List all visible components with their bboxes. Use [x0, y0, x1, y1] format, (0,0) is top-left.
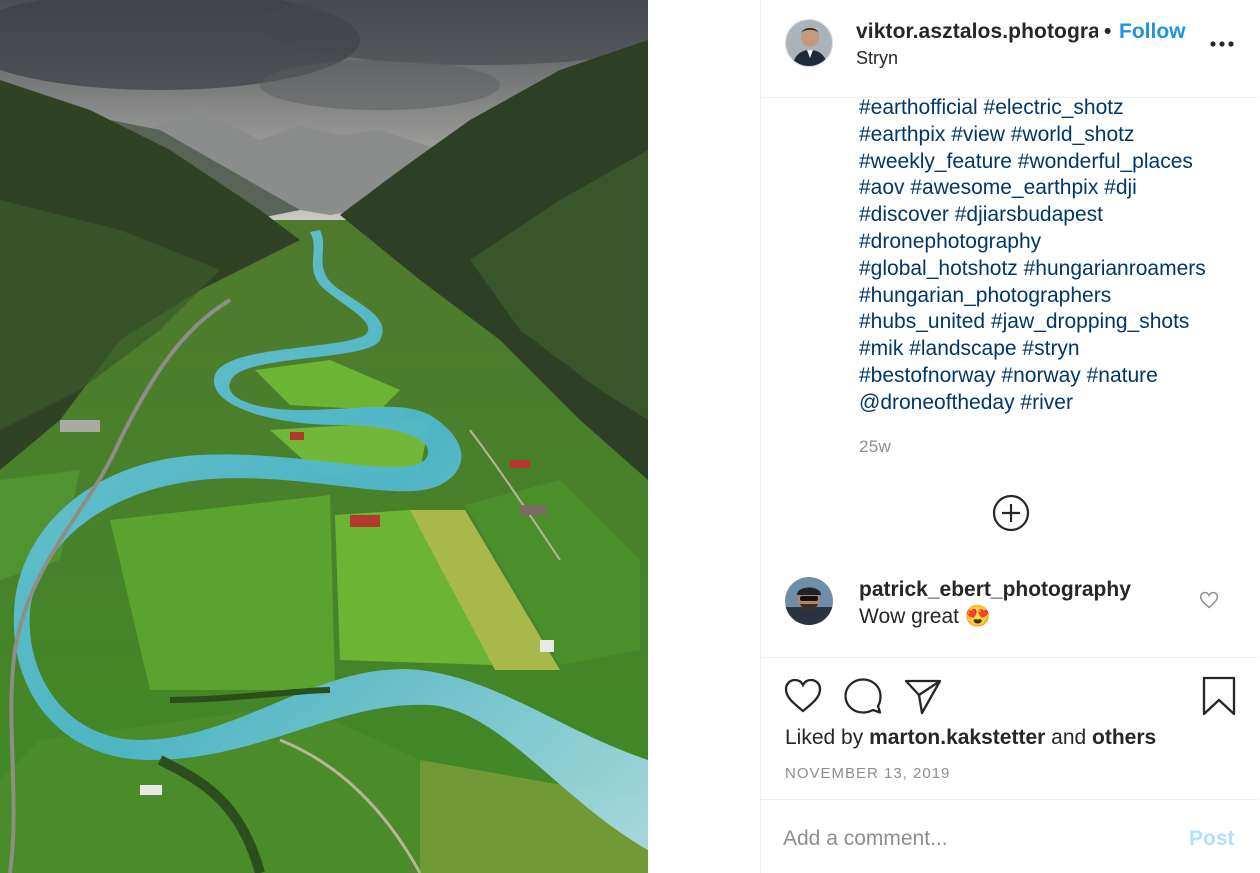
comment-item: patrick_ebert_photography Wow great 😍	[761, 570, 1259, 640]
heart-icon[interactable]	[1199, 590, 1219, 610]
post-header: viktor.asztalos.photogra • Follow Stryn	[761, 0, 1259, 98]
post-comment-button[interactable]: Post	[1189, 827, 1235, 851]
like-glyph	[784, 678, 822, 713]
likes-joiner: and	[1051, 726, 1087, 749]
post-actions: Liked by marton.kakstetter and others NO…	[761, 657, 1259, 799]
comment-glyph	[844, 678, 882, 714]
landscape-image	[0, 0, 648, 873]
owner-username[interactable]: viktor.asztalos.photogra	[856, 20, 1098, 44]
likes-others-link[interactable]: others	[1092, 726, 1156, 749]
bookmark-icon[interactable]	[1199, 676, 1239, 716]
user-avatar-icon[interactable]	[785, 19, 833, 67]
commenter-avatar-icon[interactable]	[785, 577, 833, 625]
add-comment-bar: Post	[761, 799, 1259, 873]
paper-plane-icon[interactable]	[903, 676, 943, 716]
commenter-avatar-image	[785, 577, 833, 625]
avatar-image	[786, 20, 832, 66]
post-photo[interactable]	[0, 0, 648, 873]
post-location[interactable]: Stryn	[856, 48, 898, 69]
comment-username[interactable]: patrick_ebert_photography	[859, 578, 1131, 602]
comment-icon[interactable]	[843, 676, 883, 716]
likes-user-link[interactable]: marton.kakstetter	[869, 726, 1045, 749]
comment-text: Wow great 😍	[859, 605, 991, 628]
share-glyph	[904, 679, 942, 715]
more-options-glyph	[1210, 41, 1234, 47]
follow-button[interactable]: Follow	[1119, 20, 1186, 44]
post-age[interactable]: 25w	[859, 437, 891, 457]
load-more-comments-glyph	[992, 494, 1030, 532]
save-glyph	[1202, 676, 1236, 716]
post-caption: #earthofficial #electric_shotz #earthpix…	[859, 95, 1244, 417]
more-options-icon[interactable]	[1207, 28, 1237, 58]
comment-like-glyph	[1199, 591, 1219, 609]
caption-hashtags[interactable]: #earthofficial #electric_shotz #earthpix…	[859, 95, 1244, 417]
likes-summary: Liked by marton.kakstetter and others	[785, 726, 1156, 750]
heart-icon[interactable]	[783, 676, 823, 716]
post-date[interactable]: NOVEMBER 13, 2019	[785, 765, 950, 782]
separator-dot: •	[1104, 20, 1112, 43]
post-details-pane: viktor.asztalos.photogra • Follow Stryn …	[760, 0, 1260, 873]
comment-input[interactable]	[783, 822, 1163, 856]
modal-gap	[648, 0, 760, 873]
plus-circle-icon[interactable]	[991, 493, 1031, 533]
likes-prefix: Liked by	[785, 726, 864, 749]
